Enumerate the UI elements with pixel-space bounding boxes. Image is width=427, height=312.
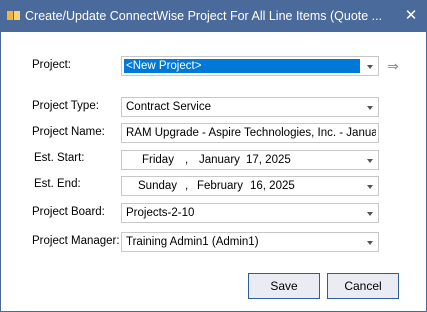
end-day-year: 16, 2025: [250, 180, 295, 192]
project-type-select[interactable]: Contract Service: [121, 97, 379, 117]
end-month: February: [197, 180, 244, 192]
start-month: January: [199, 154, 240, 166]
go-arrow-icon[interactable]: ⇒: [387, 58, 399, 75]
start-weekday: Friday: [142, 154, 174, 166]
app-icon: [7, 11, 20, 20]
close-button[interactable]: ✕: [402, 7, 420, 25]
chevron-down-icon: [367, 159, 373, 163]
project-board-value: Projects-2-10: [126, 207, 195, 219]
start-separator: ,: [185, 154, 189, 166]
est-start-date-picker[interactable]: Friday , January 17, 2025: [121, 150, 379, 170]
est-end-label: Est. End:: [34, 178, 81, 190]
project-selected-value: <New Project>: [124, 59, 360, 73]
chevron-down-icon: [367, 241, 373, 245]
project-type-value: Contract Service: [126, 101, 212, 113]
project-board-label: Project Board:: [32, 206, 105, 218]
title-bar[interactable]: Create/Update ConnectWise Project For Al…: [1, 1, 426, 32]
project-name-label: Project Name:: [32, 126, 105, 138]
project-name-value: RAM Upgrade - Aspire Technologies, Inc. …: [126, 127, 376, 139]
save-button[interactable]: Save: [248, 273, 320, 299]
chevron-down-icon: [367, 106, 373, 110]
project-label: Project:: [32, 59, 71, 71]
dialog-window: Create/Update ConnectWise Project For Al…: [0, 0, 427, 312]
project-name-field[interactable]: RAM Upgrade - Aspire Technologies, Inc. …: [121, 123, 379, 143]
chevron-down-icon: [367, 65, 373, 69]
est-end-date-picker[interactable]: Sunday , February 16, 2025: [121, 176, 379, 196]
project-manager-value: Training Admin1 (Admin1): [126, 236, 259, 248]
end-weekday: Sunday: [138, 180, 178, 192]
project-board-select[interactable]: Projects-2-10: [121, 203, 379, 223]
est-start-label: Est. Start:: [34, 152, 85, 164]
project-select[interactable]: <New Project>: [121, 56, 379, 76]
start-day-year: 17, 2025: [246, 154, 291, 166]
project-type-label: Project Type:: [32, 100, 99, 112]
close-icon: ✕: [404, 7, 418, 24]
chevron-down-icon: [367, 185, 373, 189]
cancel-button[interactable]: Cancel: [327, 273, 399, 299]
chevron-down-icon: [367, 212, 373, 216]
project-manager-select[interactable]: Training Admin1 (Admin1): [121, 232, 379, 252]
end-separator: ,: [185, 180, 189, 192]
window-title: Create/Update ConnectWise Project For Al…: [25, 9, 383, 23]
project-manager-label: Project Manager:: [32, 235, 120, 247]
